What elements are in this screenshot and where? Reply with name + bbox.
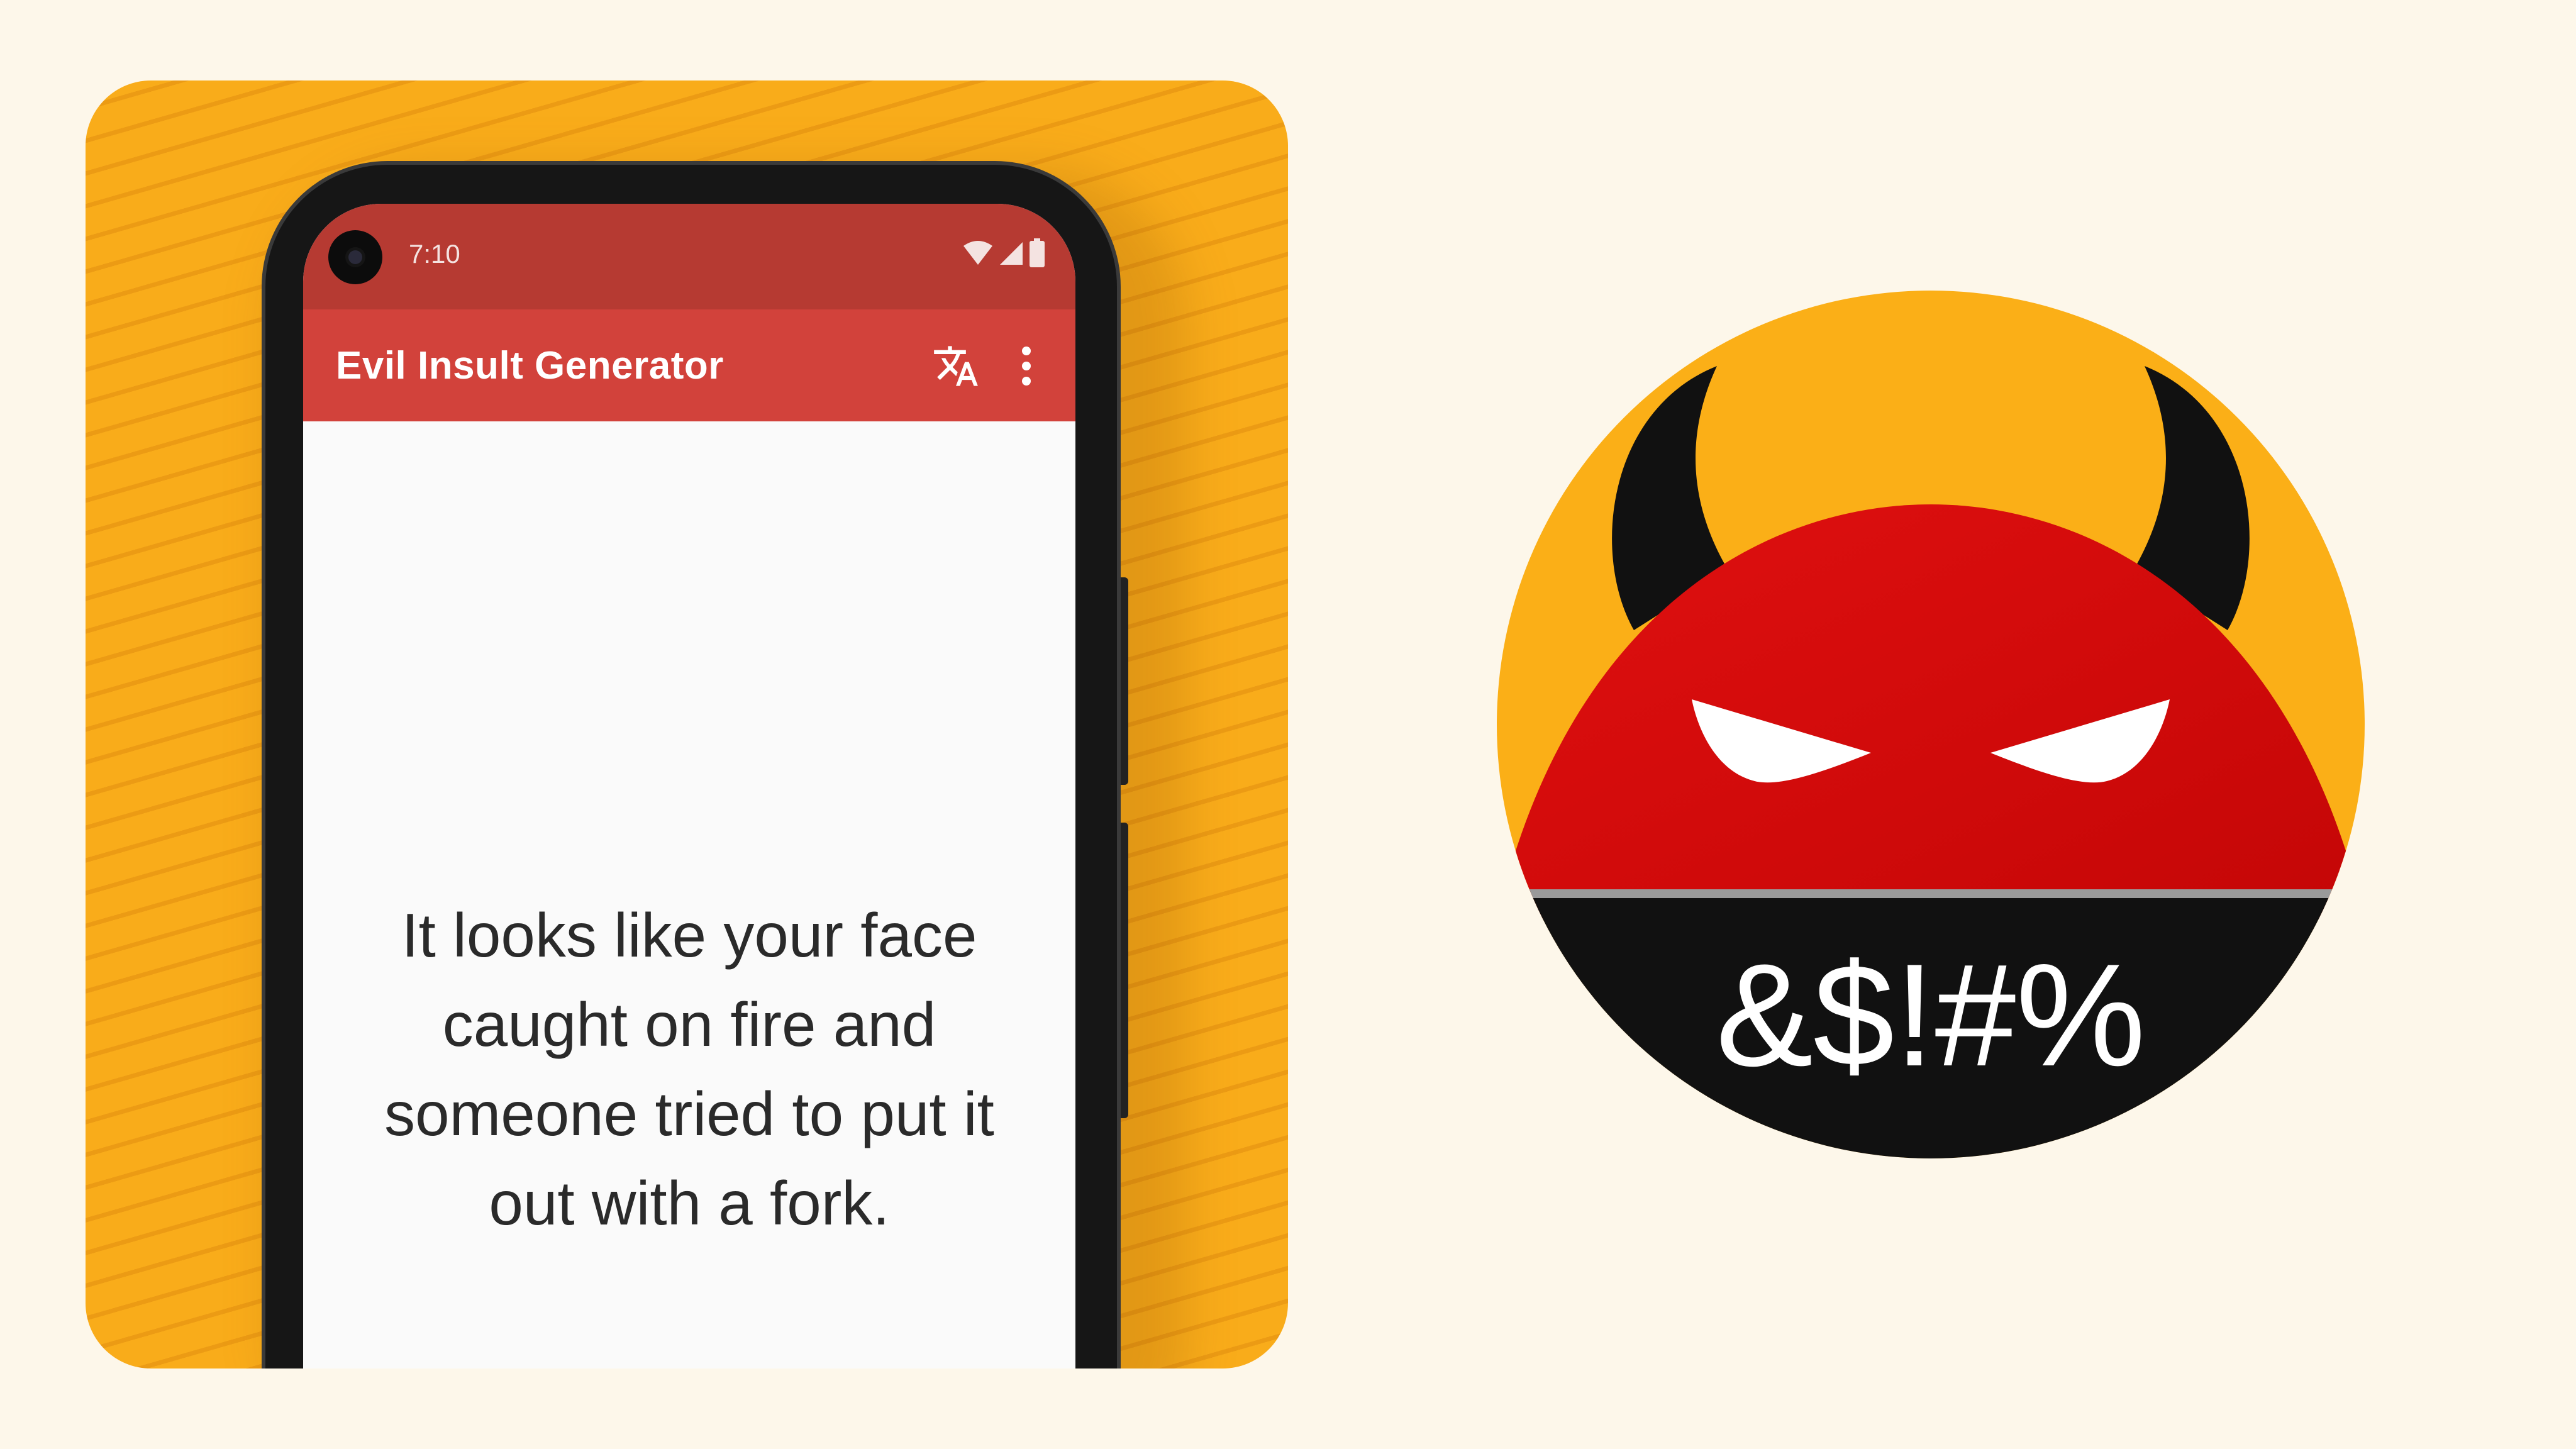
status-icons [962, 238, 1045, 268]
phone-power-button [1121, 577, 1128, 785]
phone-screen: 7:10 Evil Insult Generator It looks like… [303, 204, 1075, 1368]
app-icon: &$!#% [1497, 291, 2365, 1158]
overflow-menu-button[interactable] [1010, 340, 1043, 392]
camera-lens [348, 250, 362, 264]
icon-symbols: &$!#% [1716, 934, 2146, 1097]
mouth-band-line [1497, 889, 2365, 898]
app-title: Evil Insult Generator [336, 344, 724, 387]
status-bar: 7:10 [303, 204, 1075, 309]
translate-icon [934, 346, 978, 386]
app-bar: Evil Insult Generator [303, 309, 1075, 421]
insult-text: It looks like your face caught on fire a… [384, 901, 994, 1238]
wifi-icon [963, 241, 992, 265]
promo-card: 7:10 Evil Insult Generator It looks like… [86, 80, 1288, 1368]
phone-volume-button [1121, 823, 1128, 1118]
battery-icon [1030, 238, 1045, 267]
status-time: 7:10 [409, 239, 460, 269]
insult-area[interactable]: It looks like your face caught on fire a… [303, 421, 1075, 1368]
front-camera [328, 230, 382, 284]
more-vert-icon [1022, 347, 1031, 386]
signal-icon [1000, 242, 1023, 265]
translate-button[interactable] [930, 340, 982, 392]
